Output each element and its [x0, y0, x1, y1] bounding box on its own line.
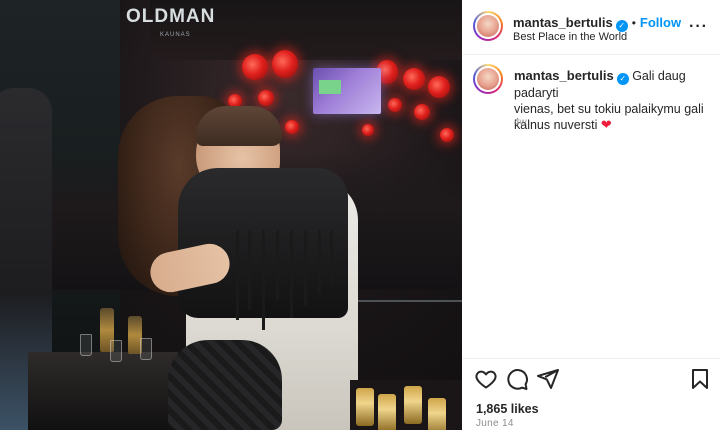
share-icon[interactable] — [536, 367, 560, 391]
photo-glass — [80, 334, 92, 356]
red-lantern — [258, 90, 274, 106]
post-location[interactable]: Best Place in the World — [513, 31, 627, 43]
header-divider — [462, 54, 720, 55]
photo-venue-sign-sub: KAUNAS — [160, 32, 191, 38]
author-username[interactable]: mantas_bertulis — [513, 15, 613, 30]
post-caption: mantas_bertulis ✓ Gali daug padaryti vien… — [514, 68, 710, 133]
verified-badge-icon: ✓ — [616, 73, 629, 85]
red-lantern — [272, 50, 298, 78]
red-lantern — [388, 98, 402, 112]
red-heart-emoji: ❤ — [600, 117, 612, 132]
caption-age[interactable]: 4w — [514, 117, 527, 128]
photo-handbag — [168, 340, 282, 430]
post-date[interactable]: June 14 — [476, 418, 514, 429]
photo-jacket-fringe — [276, 230, 279, 300]
red-lantern — [285, 120, 299, 134]
photo-can — [356, 388, 374, 426]
red-lantern — [242, 54, 268, 80]
follow-button[interactable]: Follow — [640, 15, 681, 30]
post-actions-bar — [474, 367, 708, 393]
post-header-line: mantas_bertulis ✓ • Follow — [513, 14, 681, 32]
heart-icon[interactable] — [474, 367, 498, 391]
caption-username[interactable]: mantas_bertulis — [514, 68, 614, 83]
photo-jacket-fringe — [236, 230, 239, 320]
caption-text-line2: vienas, bet su tokiu palaikymu gali — [514, 102, 704, 116]
red-lantern — [428, 76, 450, 98]
comment-icon[interactable] — [505, 367, 529, 391]
photo-can — [404, 386, 422, 424]
photo-tv-screen — [313, 68, 381, 114]
post-photo[interactable]: OLDMAN KAUNAS — [0, 0, 462, 430]
author-avatar[interactable] — [473, 11, 503, 41]
post-side-panel: mantas_bertulis ✓ • Follow Best Place in th… — [462, 0, 720, 430]
photo-venue-sign: OLDMAN — [126, 6, 216, 27]
photo-can — [428, 398, 446, 430]
photo-jacket-fringe — [262, 230, 265, 330]
photo-jacket-fringe — [330, 230, 333, 286]
red-lantern — [440, 128, 454, 142]
photo-jacket-fringe — [248, 230, 251, 310]
photo-glass — [140, 338, 152, 360]
red-lantern — [414, 104, 430, 120]
photo-table-left — [28, 352, 178, 430]
photo-jacket-fringe — [318, 230, 321, 294]
red-lantern — [362, 124, 374, 136]
avatar-image — [477, 68, 499, 90]
like-count[interactable]: 1,865 likes — [476, 402, 539, 416]
follow-separator: • — [631, 16, 636, 30]
photo-glass — [110, 340, 122, 362]
photo-man-hair — [196, 106, 282, 146]
actions-divider — [462, 358, 720, 359]
photo-jacket-fringe — [304, 230, 307, 306]
photo-jacket-fringe — [290, 230, 293, 318]
red-lantern — [403, 68, 425, 90]
caption-author-avatar[interactable] — [473, 64, 503, 94]
avatar-image — [477, 15, 499, 37]
bookmark-icon[interactable] — [688, 367, 712, 391]
photo-can — [378, 394, 396, 430]
more-options-icon[interactable]: ··· — [689, 18, 708, 36]
